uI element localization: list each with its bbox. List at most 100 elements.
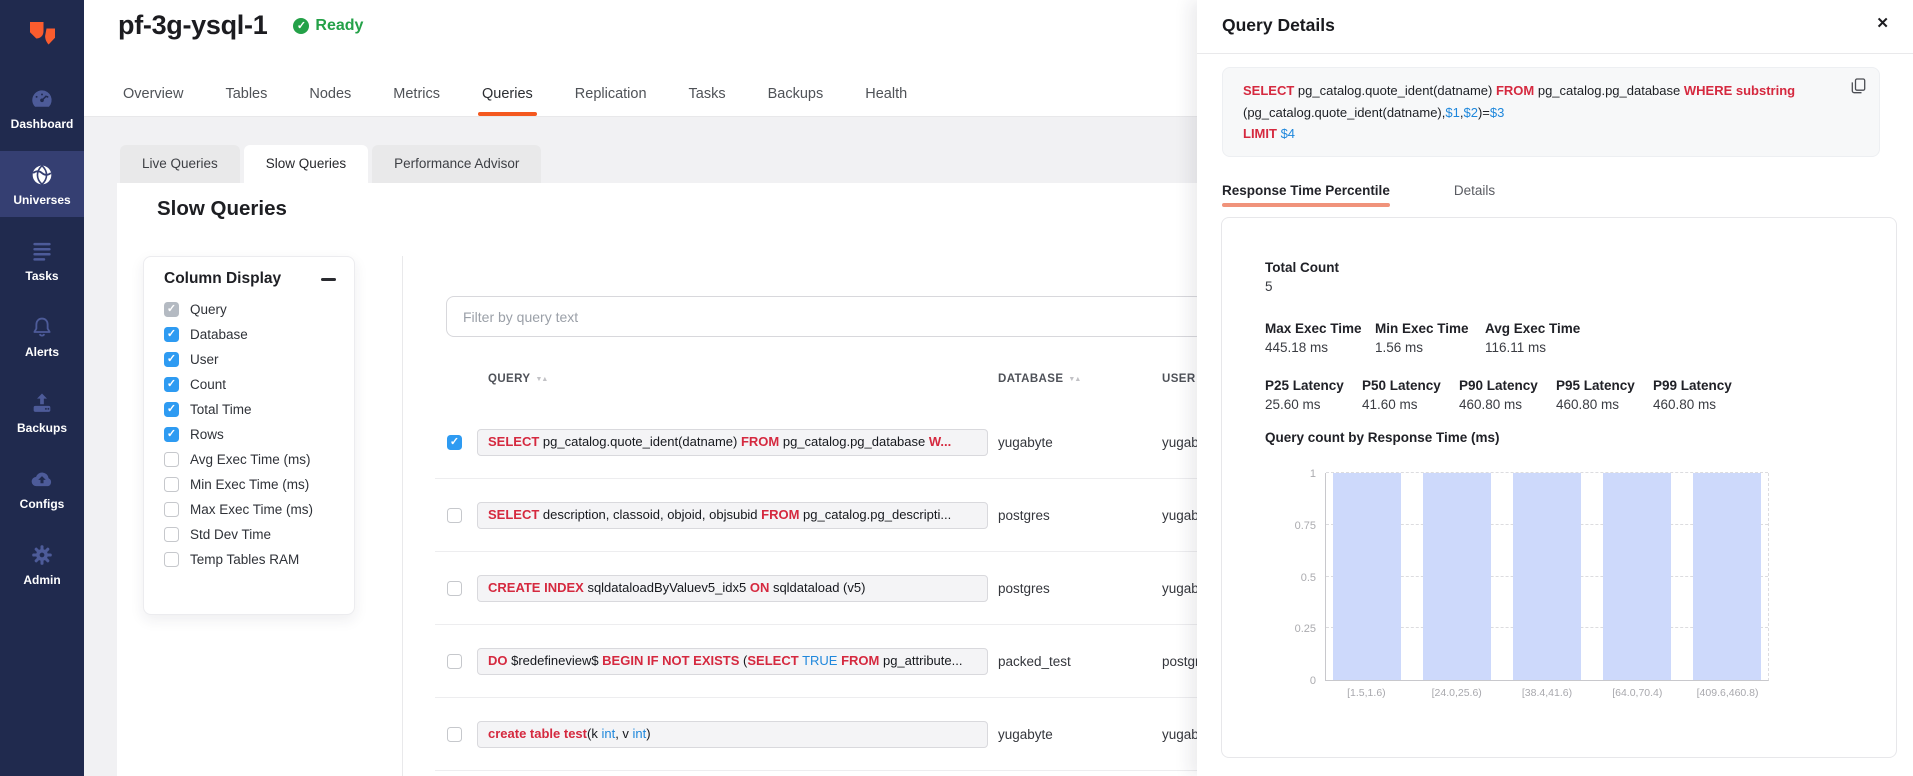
column-header-user[interactable]: USER xyxy=(1162,373,1196,385)
backups-icon xyxy=(0,390,84,417)
yugabyte-logo-icon[interactable] xyxy=(19,13,65,59)
y-tick-label: 0.25 xyxy=(1276,623,1316,635)
stat-p95-latency: P95 Latency460.80 ms xyxy=(1556,378,1653,412)
queries-subtabs: Live QueriesSlow QueriesPerformance Advi… xyxy=(120,145,541,183)
checkbox[interactable] xyxy=(164,402,179,417)
chart-bar[interactable] xyxy=(1513,473,1581,680)
column-option-total-time[interactable]: Total Time xyxy=(144,397,354,422)
query-filter-input[interactable] xyxy=(446,296,1204,337)
panel-divider xyxy=(1197,53,1913,54)
chart-bar[interactable] xyxy=(1333,473,1401,680)
y-tick-label: 0.75 xyxy=(1276,520,1316,532)
sidebar-item-admin[interactable]: Admin xyxy=(0,531,84,597)
checkbox-label: Database xyxy=(190,327,248,342)
checkbox[interactable] xyxy=(164,527,179,542)
sidebar-item-configs[interactable]: Configs xyxy=(0,455,84,521)
column-display-panel: Column Display QueryDatabaseUserCountTot… xyxy=(143,256,355,615)
tab-tables[interactable]: Tables xyxy=(225,76,267,116)
page-title: pf-3g-ysql-1 xyxy=(118,10,267,41)
app-root: Dashboard Universes Tasks Alerts Backups Conf… xyxy=(0,0,1913,776)
column-option-temp-tables-ram[interactable]: Temp Tables RAM xyxy=(144,547,354,572)
sort-icon[interactable]: ▼▲ xyxy=(1068,376,1080,383)
x-tick-label: [24.0,25.6) xyxy=(1422,687,1491,699)
column-option-min-exec-time-ms[interactable]: Min Exec Time (ms) xyxy=(144,472,354,497)
detail-tab-details[interactable]: Details xyxy=(1454,183,1495,207)
checkbox-label: Std Dev Time xyxy=(190,527,271,542)
query-cell[interactable]: SELECT pg_catalog.quote_ident(datname) F… xyxy=(477,429,988,456)
universes-icon xyxy=(0,162,84,189)
tab-replication[interactable]: Replication xyxy=(575,76,647,116)
column-option-rows[interactable]: Rows xyxy=(144,422,354,447)
close-icon[interactable]: ✕ xyxy=(1876,14,1889,32)
x-tick-label: [38.4,41.6) xyxy=(1513,687,1582,699)
latency-stats: P25 Latency25.60 msP50 Latency41.60 msP9… xyxy=(1265,378,1750,412)
checkbox-label: Total Time xyxy=(190,402,252,417)
y-tick-label: 1 xyxy=(1276,468,1316,480)
checkbox[interactable] xyxy=(164,452,179,467)
column-option-query[interactable]: Query xyxy=(144,297,354,322)
query-cell[interactable]: SELECT description, classoid, objoid, ob… xyxy=(477,502,988,529)
chart-bar[interactable] xyxy=(1693,473,1761,680)
query-cell[interactable]: DO $redefineview$ BEGIN IF NOT EXISTS (S… xyxy=(477,648,988,675)
sidebar-item-alerts[interactable]: Alerts xyxy=(0,303,84,369)
column-options-list: Query Database User Count Total Time RowsAvg … xyxy=(144,297,354,572)
x-axis-labels: [1.5,1.6)[24.0,25.6)[38.4,41.6)[64.0,70.… xyxy=(1325,687,1769,699)
sidebar-item-label: Tasks xyxy=(0,269,84,283)
tab-health[interactable]: Health xyxy=(865,76,907,116)
sort-icon[interactable]: ▼▲ xyxy=(535,376,547,383)
query-cell[interactable]: CREATE INDEX sqldataloadByValuev5_idx5 O… xyxy=(477,575,988,602)
exec-time-stats: Max Exec Time445.18 msMin Exec Time1.56 … xyxy=(1265,321,1595,355)
checkbox[interactable] xyxy=(164,477,179,492)
tab-nodes[interactable]: Nodes xyxy=(309,76,351,116)
row-checkbox[interactable] xyxy=(447,581,462,596)
column-option-avg-exec-time-ms[interactable]: Avg Exec Time (ms) xyxy=(144,447,354,472)
admin-icon xyxy=(0,542,84,569)
checkbox[interactable] xyxy=(164,502,179,517)
checkbox-label: Count xyxy=(190,377,226,392)
row-checkbox[interactable] xyxy=(447,508,462,523)
checkbox[interactable] xyxy=(164,427,179,442)
bars-container xyxy=(1326,473,1768,680)
sidebar-item-backups[interactable]: Backups xyxy=(0,379,84,445)
row-checkbox[interactable] xyxy=(447,435,462,450)
checkbox[interactable] xyxy=(164,377,179,392)
copy-icon[interactable] xyxy=(1851,78,1866,94)
column-option-max-exec-time-ms[interactable]: Max Exec Time (ms) xyxy=(144,497,354,522)
column-option-user[interactable]: User xyxy=(144,347,354,372)
universe-tabs: Overview Tables Nodes Metrics Queries Replica… xyxy=(123,76,907,116)
chart-bar[interactable] xyxy=(1423,473,1491,680)
chart-bar[interactable] xyxy=(1603,473,1671,680)
database-cell: postgres xyxy=(998,508,1050,523)
tab-backups[interactable]: Backups xyxy=(768,76,824,116)
sidebar-item-universes[interactable]: Universes xyxy=(0,151,84,217)
row-checkbox[interactable] xyxy=(447,727,462,742)
checkbox-label: Max Exec Time (ms) xyxy=(190,502,313,517)
sidebar-item-tasks[interactable]: Tasks xyxy=(0,227,84,293)
row-checkbox[interactable] xyxy=(447,654,462,669)
y-tick-label: 0 xyxy=(1276,675,1316,687)
column-option-std-dev-time[interactable]: Std Dev Time xyxy=(144,522,354,547)
tab-overview[interactable]: Overview xyxy=(123,76,183,116)
column-header-query[interactable]: QUERY▼▲ xyxy=(488,373,547,385)
column-option-count[interactable]: Count xyxy=(144,372,354,397)
tab-metrics[interactable]: Metrics xyxy=(393,76,440,116)
subtab-performance-advisor[interactable]: Performance Advisor xyxy=(372,145,541,183)
subtab-slow-queries[interactable]: Slow Queries xyxy=(244,145,368,183)
sidebar-item-dashboard[interactable]: Dashboard xyxy=(0,75,84,141)
column-header-database[interactable]: DATABASE▼▲ xyxy=(998,373,1080,385)
stat-label: P99 Latency xyxy=(1653,378,1750,393)
subtab-live-queries[interactable]: Live Queries xyxy=(120,145,240,183)
tab-queries[interactable]: Queries xyxy=(482,76,533,116)
column-option-database[interactable]: Database xyxy=(144,322,354,347)
query-cell[interactable]: create table test(k int, v int) xyxy=(477,721,988,748)
checkbox[interactable] xyxy=(164,552,179,567)
alerts-icon xyxy=(0,314,84,341)
collapse-minus-icon[interactable] xyxy=(321,272,336,286)
checkbox[interactable] xyxy=(164,352,179,367)
table-row: DO $redefineview$ BEGIN IF NOT EXISTS (S… xyxy=(435,625,1203,698)
tab-tasks[interactable]: Tasks xyxy=(689,76,726,116)
checkbox[interactable] xyxy=(164,302,179,317)
detail-tab-response-time-percentile[interactable]: Response Time Percentile xyxy=(1222,183,1390,207)
y-tick-label: 0.5 xyxy=(1276,572,1316,584)
checkbox[interactable] xyxy=(164,327,179,342)
